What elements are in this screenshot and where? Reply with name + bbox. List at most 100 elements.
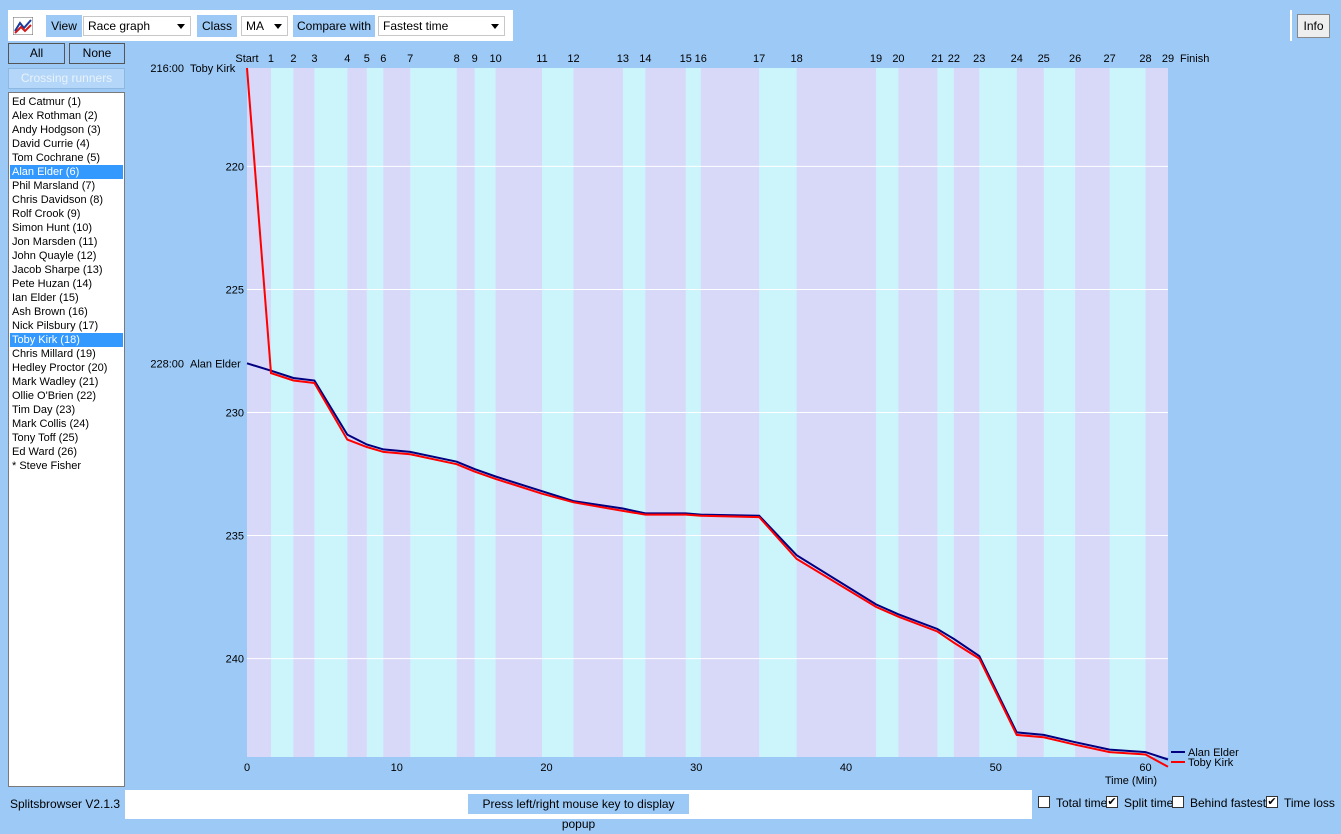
toolbar: View Race graph Class MA Compare with Fa… [8,10,513,41]
legend-label: Toby Kirk [1188,757,1234,769]
class-label: Class [197,15,237,37]
class-select-value: MA [246,19,264,33]
time-loss-checkbox[interactable]: ✔ [1266,796,1278,808]
runner-item[interactable]: Ian Elder (15) [10,291,123,305]
select-all-button[interactable]: All [8,43,65,64]
total-time-label: Total time [1056,796,1108,810]
behind-fastest-checkbox[interactable] [1172,796,1184,808]
runner-item[interactable]: Jon Marsden (11) [10,235,123,249]
runner-item[interactable]: Tony Toff (25) [10,431,123,445]
runner-item[interactable]: Phil Marsland (7) [10,179,123,193]
control-label: 27 [1103,53,1115,65]
runner-item[interactable]: * Steve Fisher [10,459,123,473]
x-axis-label: Time (Min) [1105,775,1157,787]
x-tick-label: 60 [1139,762,1151,774]
runner-item[interactable]: Tom Cochrane (5) [10,151,123,165]
runner-item[interactable]: Mark Wadley (21) [10,375,123,389]
runner-item[interactable]: Nick Pilsbury (17) [10,319,123,333]
runner-item[interactable]: Ed Ward (26) [10,445,123,459]
y-tick-label: 235 [226,531,244,543]
crossing-runners-button[interactable]: Crossing runners [8,68,125,89]
control-label: 28 [1139,53,1151,65]
select-none-button[interactable]: None [69,43,125,64]
control-label: 15 [680,53,692,65]
runner-start-time: 216:00 [150,63,184,75]
runner-start-time: 228:00 [150,358,184,370]
control-label: 11 [536,53,547,65]
runner-item[interactable]: Toby Kirk (18) [10,333,123,347]
view-label: View [46,15,82,37]
y-tick-label: 230 [226,408,244,420]
x-tick-label: 0 [244,762,250,774]
version-label: Splitsbrowser V2.1.3 [10,797,121,811]
control-label: 9 [472,53,478,65]
runner-item[interactable]: Chris Davidson (8) [10,193,123,207]
runner-start-name: Alan Elder [190,358,241,370]
splitsbrowser-logo-icon [13,17,33,35]
control-label: 4 [344,53,350,65]
control-label: 10 [489,53,501,65]
control-label: 18 [790,53,802,65]
split-time-checkbox[interactable]: ✔ [1106,796,1118,808]
control-label: 26 [1069,53,1081,65]
control-label: 17 [753,53,765,65]
runner-item[interactable]: Ash Brown (16) [10,305,123,319]
runner-item[interactable]: Tim Day (23) [10,403,123,417]
runner-item[interactable]: David Currie (4) [10,137,123,151]
info-button[interactable]: Info [1297,14,1330,38]
runner-item[interactable]: Simon Hunt (10) [10,221,123,235]
chevron-down-icon [177,24,185,29]
control-label: 6 [380,53,386,65]
control-label: 2 [290,53,296,65]
control-label: 25 [1038,53,1050,65]
runner-start-name: Toby Kirk [190,63,236,75]
control-label: 5 [364,53,370,65]
control-label: 3 [311,53,317,65]
x-tick-label: 40 [840,762,852,774]
control-label: 16 [695,53,707,65]
runner-item[interactable]: Pete Huzan (14) [10,277,123,291]
runner-list[interactable]: Ed Catmur (1) Alex Rothman (2) Andy Hodgso… [8,92,125,787]
control-label: 19 [870,53,882,65]
time-loss-label: Time loss [1284,796,1335,810]
x-tick-label: 10 [391,762,403,774]
race-graph[interactable]: 220 225 230 235 240 0 10 20 30 40 50 60 Start 1 2 3 4 5 6 7… [132,43,1335,787]
chevron-down-icon [491,24,499,29]
control-label: 12 [567,53,579,65]
control-label: 7 [407,53,413,65]
control-label: 8 [454,53,460,65]
behind-fastest-label: Behind fastest [1190,796,1267,810]
runner-item[interactable]: John Quayle (12) [10,249,123,263]
runner-item[interactable]: Andy Hodgson (3) [10,123,123,137]
class-select[interactable]: MA [241,16,288,36]
control-label: 23 [973,53,985,65]
control-label: 1 [268,53,274,65]
runner-item[interactable]: Alan Elder (6) [10,165,123,179]
compare-select[interactable]: Fastest time [378,16,505,36]
status-panel: Press left/right mouse key to display po… [125,790,1032,831]
control-label: 24 [1011,53,1023,65]
runner-item[interactable]: Hedley Proctor (20) [10,361,123,375]
runner-item[interactable]: Mark Collis (24) [10,417,123,431]
runner-item[interactable]: Ed Catmur (1) [10,95,123,109]
total-time-checkbox[interactable] [1038,796,1050,808]
control-label: Finish [1180,53,1209,65]
control-label: Start [235,53,258,65]
control-label: 29 [1162,53,1174,65]
runner-item[interactable]: Ollie O'Brien (22) [10,389,123,403]
control-label: 14 [639,53,651,65]
compare-select-value: Fastest time [383,19,449,33]
y-tick-label: 240 [226,654,244,666]
view-select[interactable]: Race graph [83,16,191,36]
runner-item[interactable]: Jacob Sharpe (13) [10,263,123,277]
x-tick-label: 30 [690,762,702,774]
x-tick-label: 20 [540,762,552,774]
runner-item[interactable]: Rolf Crook (9) [10,207,123,221]
runner-item[interactable]: Alex Rothman (2) [10,109,123,123]
runner-item[interactable]: Chris Millard (19) [10,347,123,361]
view-select-value: Race graph [88,19,151,33]
x-tick-label: 50 [990,762,1002,774]
y-tick-label: 225 [226,284,244,296]
split-time-label: Split time [1124,796,1174,810]
control-label: 22 [948,53,960,65]
